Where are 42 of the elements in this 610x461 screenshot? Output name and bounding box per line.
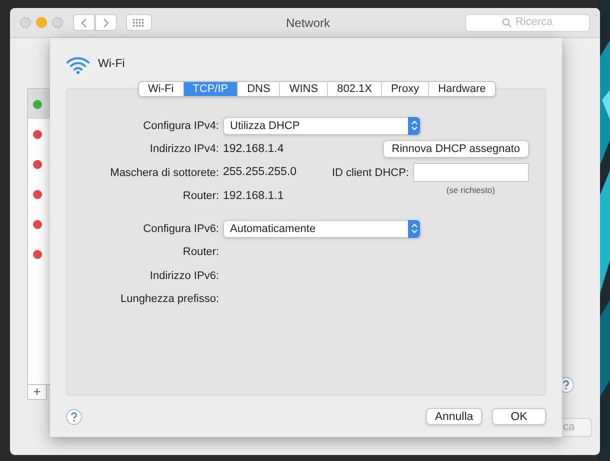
minimize-icon[interactable] xyxy=(36,17,47,28)
help-icon[interactable] xyxy=(66,408,82,424)
tab[interactable]: 802.1X xyxy=(327,82,381,96)
close-icon[interactable] xyxy=(20,17,31,28)
field-label: Router: xyxy=(182,190,219,202)
tab[interactable]: WINS xyxy=(279,82,328,96)
field-label: Indirizzo IPv4: xyxy=(150,143,219,155)
field-value: 192.168.1.4 xyxy=(223,142,284,157)
tab[interactable]: DNS xyxy=(237,82,280,96)
back-button[interactable] xyxy=(73,14,95,31)
zoom-icon[interactable] xyxy=(52,17,63,28)
field-label: Router: xyxy=(182,246,219,258)
tab[interactable]: Wi-Fi xyxy=(139,82,183,96)
tab[interactable]: Hardware xyxy=(428,82,495,96)
tab[interactable]: Proxy xyxy=(380,82,428,96)
chevron-right-icon xyxy=(103,18,109,28)
input-field[interactable] xyxy=(413,163,529,182)
stepper-icon xyxy=(410,120,418,132)
grid-icon xyxy=(133,18,145,26)
dialog-button[interactable]: Annulla xyxy=(426,408,482,425)
window-title: Network xyxy=(286,14,330,32)
forward-button[interactable] xyxy=(95,14,117,31)
field-label: Lunghezza prefisso: xyxy=(120,293,219,305)
field-value: 192.168.1.1 xyxy=(223,188,284,204)
search-icon xyxy=(502,18,512,28)
stepper-icon xyxy=(410,223,418,234)
popup-menu[interactable]: Automaticamente xyxy=(223,220,421,238)
grid-button[interactable] xyxy=(126,14,152,31)
wifi-icon xyxy=(66,56,90,74)
service-title: Wi-Fi xyxy=(98,57,125,72)
chevron-left-icon xyxy=(81,18,87,28)
dialog-button[interactable]: OK xyxy=(492,408,546,425)
hint-text: (se richiesto) xyxy=(446,184,495,197)
add-button[interactable]: + xyxy=(27,384,47,400)
field-label: Configura IPv4: xyxy=(143,120,219,132)
field-label: ID client DHCP: xyxy=(332,166,409,180)
field-value: 255.255.255.0 xyxy=(223,165,297,180)
field-label: Indirizzo IPv6: xyxy=(150,270,219,282)
popup-menu[interactable]: Utilizza DHCP xyxy=(223,116,421,135)
field-label: Configura IPv6: xyxy=(143,222,219,234)
field-label: Maschera di sottorete: xyxy=(110,166,219,178)
renew-dhcp-button[interactable]: Rinnova DHCP assegnato xyxy=(382,140,529,158)
